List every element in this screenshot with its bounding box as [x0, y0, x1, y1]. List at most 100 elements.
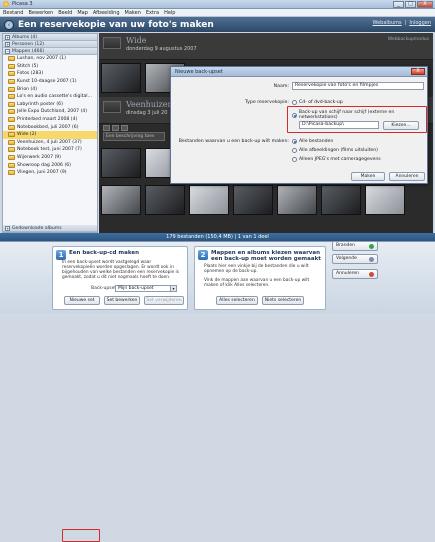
sidebar-folder-item[interactable]: Lushan, nov 2007 (1)	[3, 55, 97, 63]
folder-mode-label: Webbackupmodus	[387, 37, 429, 42]
backup-set-select[interactable]: Mijn back-upset ▾	[115, 285, 177, 292]
folder-icon	[8, 132, 15, 138]
photo-thumbnail[interactable]	[321, 185, 361, 215]
collapse-icon[interactable]: −	[5, 48, 10, 54]
expand-icon[interactable]: +	[5, 34, 10, 40]
folder-thumbnail-icon	[103, 37, 121, 49]
type-option-cd[interactable]: Cd- of dvd-back-up	[292, 100, 343, 105]
slideshow-icon[interactable]	[103, 125, 110, 131]
folder-icon	[8, 63, 15, 69]
sidebar-folder-item[interactable]: Lo's en audio cassette's digital...	[3, 93, 97, 101]
cancel-backup-button[interactable]: Annuleren	[332, 269, 378, 279]
sidebar-folder-item[interactable]: Notebook test, juni 2007 (7)	[3, 146, 97, 154]
menu-view[interactable]: Beeld	[58, 10, 72, 16]
menu-picture[interactable]: Afbeelding	[93, 10, 120, 16]
browse-button[interactable]: Kiezen...	[383, 121, 419, 130]
menu-bar: Bestand Bewerken Beeld Map Afbeelding Ma…	[0, 9, 435, 17]
expand-icon[interactable]: +	[5, 225, 10, 231]
expand-icon[interactable]: +	[5, 41, 10, 47]
upload-icon[interactable]	[121, 125, 128, 131]
next-button-label: Volgende	[336, 256, 357, 261]
burn-button-label: Branden	[336, 243, 356, 248]
backup-set-label: Back-upset:	[91, 286, 118, 291]
sign-in-link[interactable]: Inloggen	[409, 20, 431, 26]
backup-tray: 1 Een back-up-cd maken In een back-upset…	[0, 241, 435, 542]
radio-label: Cd- of dvd-back-up	[299, 100, 343, 105]
minimize-button[interactable]: _	[393, 1, 404, 8]
sidebar-folder-label: Jelle Expo Dutchland, 2007 (4)	[17, 109, 88, 115]
sidebar-folder-item[interactable]: Labyrinth poster (6)	[3, 101, 97, 109]
sidebar-group-folders[interactable]: − Mappen (466)	[3, 48, 97, 55]
close-window-button[interactable]: X	[417, 1, 433, 8]
sidebar-folder-item[interactable]: Veenhuizen, 4 juli 2007 (37)	[3, 139, 97, 147]
maximize-button[interactable]: □	[405, 1, 416, 8]
include-option-images[interactable]: Alle afbeeldingen (films uitsluiten)	[292, 148, 378, 153]
cancel-button[interactable]: Annuleren	[389, 172, 425, 181]
sidebar-folder-item[interactable]: Notebookbed, juli 2007 (6)	[3, 123, 97, 131]
radio-button-selected[interactable]	[292, 139, 297, 144]
sidebar-folder-label: Veenhuizen, 4 juli 2007 (37)	[17, 139, 82, 145]
sidebar-folder-item[interactable]: Stitch (5)	[3, 63, 97, 71]
photo-thumbnail[interactable]	[145, 185, 185, 215]
folder-icon	[8, 56, 15, 62]
sidebar-group-people[interactable]: + Personen (12)	[3, 41, 97, 48]
select-none-button[interactable]: Niets selecteren	[262, 296, 304, 305]
web-albums-link[interactable]: Webalbums	[372, 20, 401, 26]
menu-folder[interactable]: Map	[77, 10, 88, 16]
photo-thumbnail[interactable]	[101, 185, 141, 215]
back-button[interactable]: ‹	[4, 19, 14, 30]
share-icon[interactable]	[112, 125, 119, 131]
library-sidebar: + Albums (4) + Personen (12) − Mappen (4…	[2, 33, 98, 233]
edit-set-button[interactable]: Set bewerken	[104, 296, 140, 305]
select-all-button[interactable]: Alles selecteren	[216, 296, 258, 305]
include-option-all[interactable]: Alle bestanden	[292, 139, 333, 144]
radio-button-selected[interactable]	[292, 112, 297, 118]
name-label: Naam:	[273, 84, 289, 89]
sidebar-folder-item[interactable]: Showroop dag 2006 (6)	[3, 161, 97, 169]
sidebar-group-albums[interactable]: + Albums (4)	[3, 34, 97, 41]
sidebar-folder-item[interactable]: Printerbed maart 2008 (4)	[3, 116, 97, 124]
photo-thumbnail[interactable]	[101, 63, 141, 93]
photo-thumbnail[interactable]	[101, 148, 141, 178]
menu-tools[interactable]: Extra	[146, 10, 159, 16]
backup-name-input[interactable]: Reservekopie van foto's en filmpjes	[292, 82, 424, 90]
sidebar-folder-item[interactable]: Wijerwerk 2007 (9)	[3, 154, 97, 162]
photo-thumbnail[interactable]	[233, 185, 273, 215]
photo-thumbnail[interactable]	[365, 185, 405, 215]
menu-create[interactable]: Maken	[125, 10, 141, 16]
sidebar-folder-item[interactable]: Fotos (283)	[3, 70, 97, 78]
menu-file[interactable]: Bestand	[3, 10, 23, 16]
burn-button[interactable]: Branden	[332, 241, 378, 251]
sidebar-group-downloaded[interactable]: + Gedownloade albums	[3, 225, 97, 232]
sidebar-group-label: Mappen (466)	[12, 48, 45, 54]
photo-thumbnail[interactable]	[277, 185, 317, 215]
sidebar-folder-item[interactable]: Jelle Expo Dutchland, 2007 (4)	[3, 108, 97, 116]
include-option-jpeg[interactable]: Alleen JPEG's met cameragegevens	[292, 157, 381, 162]
sidebar-folder-item[interactable]: Kunst 10-daagse 2007 (1)	[3, 78, 97, 86]
radio-label: Alle bestanden	[299, 139, 334, 144]
new-set-highlight	[62, 529, 100, 542]
radio-button[interactable]	[292, 157, 297, 162]
create-button[interactable]: Maken	[351, 172, 385, 181]
sidebar-group-label: Gedownloade albums	[12, 225, 62, 231]
sidebar-folder-item[interactable]: Vliegen, juni 2007 (9)	[3, 169, 97, 177]
photo-thumbnail[interactable]	[189, 185, 229, 215]
folder-description-input[interactable]: Een beschrijving toev	[103, 132, 165, 141]
sidebar-folder-item[interactable]: Brion (4)	[3, 85, 97, 93]
folder-icon	[8, 147, 15, 153]
delete-set-button[interactable]: Set verwijderen	[144, 296, 184, 305]
folder-header-wide[interactable]: Wide donderdag 9 augustus 2007 Webbackup…	[99, 33, 433, 60]
menu-edit[interactable]: Bewerken	[28, 10, 53, 16]
next-button[interactable]: Volgende	[332, 254, 378, 264]
sidebar-folder-label: Kunst 10-daagse 2007 (1)	[17, 79, 77, 85]
backup-step-one-panel: 1 Een back-up-cd maken In een back-upset…	[52, 246, 188, 310]
backup-path-input[interactable]: D:\Picasa-backup\	[299, 121, 379, 129]
sidebar-folder-label: Lushan, nov 2007 (1)	[17, 56, 66, 62]
sidebar-folder-item[interactable]: Wide (2)	[3, 130, 97, 139]
dialog-close-button[interactable]: X	[411, 68, 425, 75]
radio-button[interactable]	[292, 100, 297, 105]
new-set-button[interactable]: Nieuwe set	[64, 296, 100, 305]
radio-button[interactable]	[292, 148, 297, 153]
type-option-disk[interactable]: Back-up van schijf naar schijf (externe …	[292, 110, 427, 120]
menu-help[interactable]: Help	[164, 10, 175, 16]
